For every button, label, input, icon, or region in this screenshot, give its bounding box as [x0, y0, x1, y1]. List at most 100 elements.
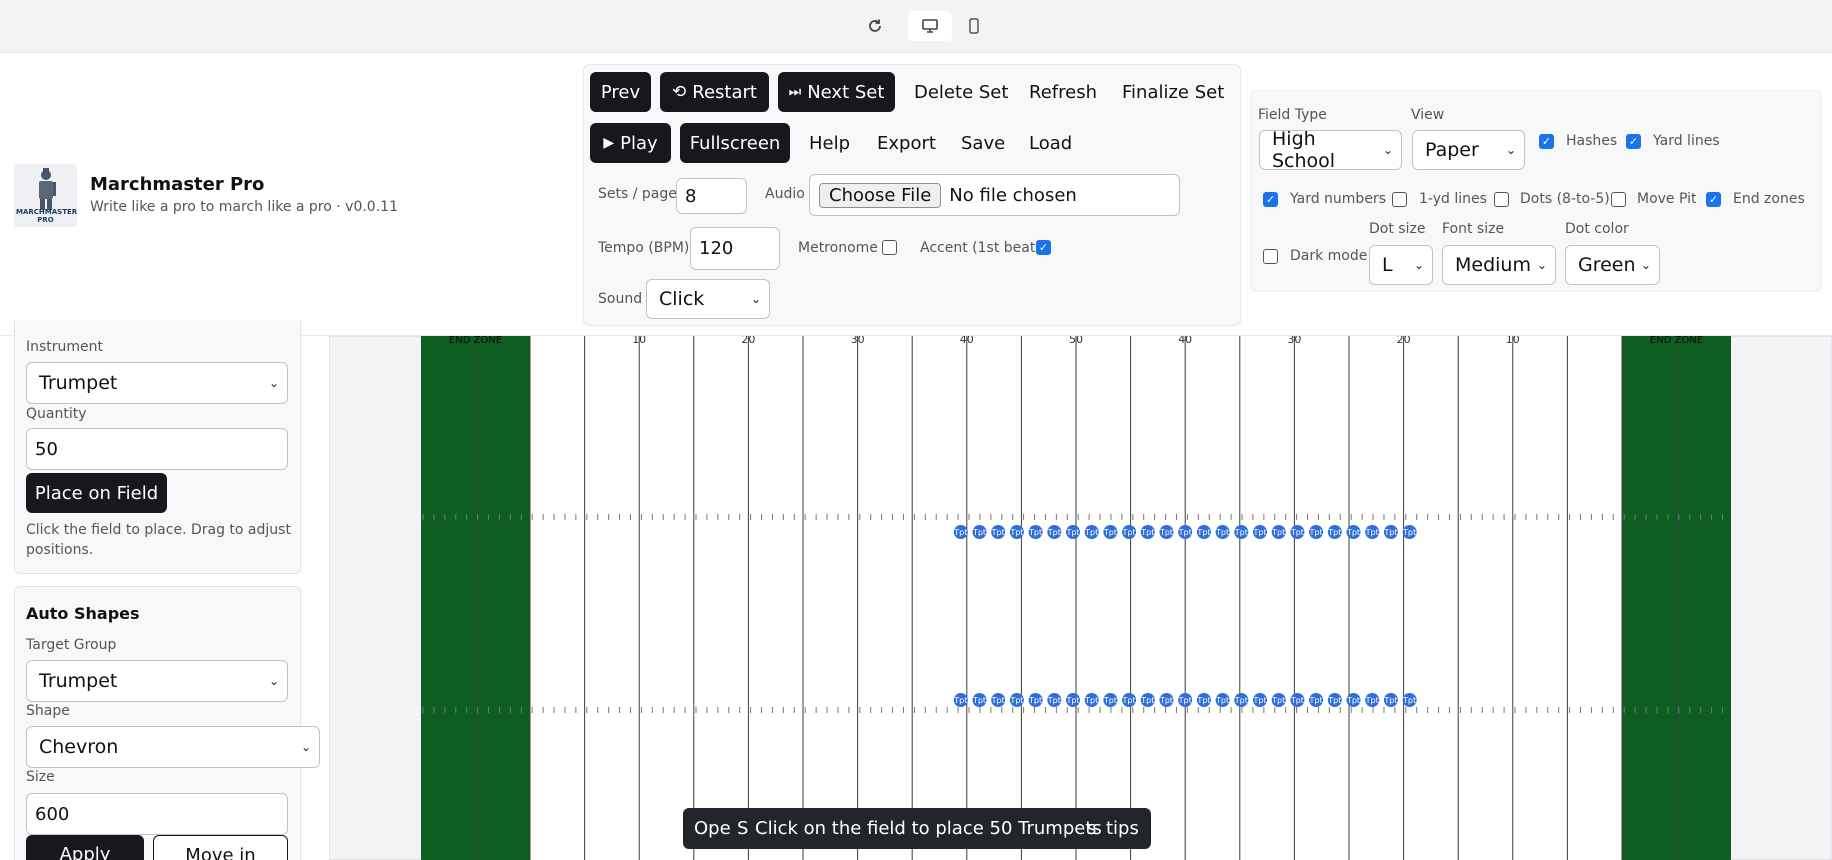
performer-label: Tpt — [1140, 696, 1154, 705]
app-logo: MARCHMASTER PRO — [14, 164, 77, 227]
accent-label: Accent (1st beat) — [920, 240, 1041, 256]
choose-file-button[interactable]: Choose File — [819, 182, 942, 208]
performer-label: Tpt — [1365, 696, 1379, 705]
performer-label: Tpt — [1252, 528, 1266, 537]
sets-per-page-label: Sets / page — [598, 186, 677, 202]
shape-select[interactable]: Chevron ⌄ — [26, 726, 320, 768]
chevron-down-icon: ⌄ — [1382, 143, 1393, 157]
performer-label: Tpt — [991, 696, 1005, 705]
instrument-select[interactable]: Trumpet ⌄ — [26, 362, 288, 404]
performer-label: Tpt — [1234, 696, 1248, 705]
performer-label: Tpt — [972, 696, 986, 705]
dot-color-select[interactable]: Green ⌄ — [1565, 245, 1660, 285]
marching-field[interactable]: END ZONE END ZONE 10 20 30 40 50 40 30 20 10 Tpt Tpt… — [329, 336, 1832, 860]
help-button[interactable]: Help — [809, 123, 850, 163]
field-type-select[interactable]: High School ⌄ — [1259, 128, 1402, 172]
move-pit-label: Move Pit — [1637, 191, 1697, 207]
sound-value: Click — [659, 288, 705, 310]
fullscreen-button[interactable]: Fullscreen — [680, 123, 790, 163]
quantity-value: 50 — [35, 438, 58, 460]
finalize-set-label: Finalize Set — [1122, 81, 1225, 103]
size-input[interactable]: 600 — [26, 793, 288, 835]
desktop-icon[interactable] — [908, 11, 952, 41]
next-set-button[interactable]: ⏭ Next Set — [778, 72, 895, 112]
dots-checkbox[interactable] — [1494, 192, 1509, 207]
end-zones-checkbox[interactable]: ✓ — [1706, 192, 1721, 207]
performer-label: Tpt — [1047, 528, 1061, 537]
target-group-select[interactable]: Trumpet ⌄ — [26, 660, 288, 702]
dot-size-select[interactable]: L ⌄ — [1369, 245, 1433, 285]
move-pit-checkbox[interactable] — [1611, 192, 1626, 207]
hashes-checkbox[interactable]: ✓ — [1539, 134, 1554, 149]
yard-number: 50 — [1069, 336, 1083, 346]
dark-mode-checkbox[interactable] — [1263, 249, 1278, 264]
field-type-value: High School — [1272, 128, 1336, 172]
sets-per-page-value: 8 — [685, 185, 697, 207]
performer-label: Tpt — [1103, 528, 1117, 537]
performer-label: Tpt — [1215, 696, 1229, 705]
dot-size-label: Dot size — [1369, 221, 1426, 237]
size-value: 600 — [35, 803, 70, 825]
font-size-select[interactable]: Medium ⌄ — [1442, 245, 1556, 285]
one-yard-lines-checkbox[interactable] — [1392, 192, 1407, 207]
app-subtitle: Write like a pro to march like a pro · v… — [90, 199, 398, 215]
performer-label: Tpt — [1271, 696, 1285, 705]
toast-underlying-text: s — [1087, 818, 1097, 839]
tempo-input[interactable]: 120 — [690, 227, 780, 270]
view-label: View — [1411, 107, 1445, 123]
size-label: Size — [26, 769, 55, 785]
restart-icon: ⟲ — [672, 82, 687, 102]
performer-label: Tpt — [972, 528, 986, 537]
load-label: Load — [1029, 132, 1073, 154]
dot-color-label: Dot color — [1565, 221, 1629, 237]
performer-label: Tpt — [1084, 528, 1098, 537]
view-select[interactable]: Paper ⌄ — [1412, 130, 1525, 170]
performer-label: Tpt — [1103, 696, 1117, 705]
performer-label: Tpt — [1309, 528, 1323, 537]
chevron-down-icon: ⌄ — [1640, 258, 1651, 272]
quantity-input[interactable]: 50 — [26, 428, 288, 470]
save-button[interactable]: Save — [961, 123, 1005, 163]
font-size-value: Medium — [1455, 254, 1531, 276]
app-title: Marchmaster Pro — [90, 174, 265, 195]
yard-number: 20 — [1397, 336, 1411, 346]
yard-lines-checkbox[interactable]: ✓ — [1626, 134, 1641, 149]
mobile-icon[interactable] — [961, 11, 987, 41]
chevron-down-icon: ⌄ — [1505, 143, 1516, 157]
place-on-field-button[interactable]: Place on Field — [26, 473, 167, 513]
restart-button[interactable]: ⟲ Restart — [660, 72, 769, 112]
help-label: Help — [809, 132, 851, 154]
audio-file-input[interactable]: Choose File No file chosen — [809, 174, 1180, 216]
finalize-set-button[interactable]: Finalize Set — [1122, 72, 1224, 112]
metronome-checkbox[interactable] — [882, 240, 897, 255]
apply-button[interactable]: Apply — [26, 835, 144, 860]
yard-lines-label: Yard lines — [1653, 133, 1720, 149]
yard-number: 40 — [1178, 336, 1192, 346]
move-in-button[interactable]: Move in — [153, 835, 288, 860]
accent-checkbox[interactable]: ✓ — [1036, 240, 1051, 255]
performer-label: Tpt — [1252, 696, 1266, 705]
yard-number: 20 — [741, 336, 755, 346]
refresh-button[interactable]: Refresh — [1029, 72, 1097, 112]
yard-numbers-checkbox[interactable]: ✓ — [1263, 192, 1278, 207]
yard-number: 10 — [1506, 336, 1520, 346]
performer-label: Tpt — [1084, 696, 1098, 705]
load-button[interactable]: Load — [1029, 123, 1072, 163]
export-button[interactable]: Export — [877, 123, 936, 163]
sets-per-page-input[interactable]: 8 — [676, 178, 747, 214]
toast-underlying-text: S — [737, 818, 749, 839]
refresh-icon[interactable] — [860, 11, 890, 41]
performer-label: Tpt — [1309, 696, 1323, 705]
dark-mode-label: Dark mode — [1290, 248, 1368, 264]
sound-select[interactable]: Click ⌄ — [646, 279, 770, 319]
performer-label: Tpt — [1159, 528, 1173, 537]
prev-button[interactable]: Prev — [590, 72, 651, 112]
yard-number: 30 — [1287, 336, 1301, 346]
play-button[interactable]: ▶ Play — [590, 123, 671, 163]
instrument-value: Trumpet — [39, 372, 118, 394]
delete-set-button[interactable]: Delete Set — [914, 72, 1008, 112]
save-label: Save — [961, 132, 1006, 154]
performer-label: Tpt — [1178, 528, 1192, 537]
performer-label: Tpt — [1028, 696, 1042, 705]
performer-label: Tpt — [1065, 696, 1079, 705]
